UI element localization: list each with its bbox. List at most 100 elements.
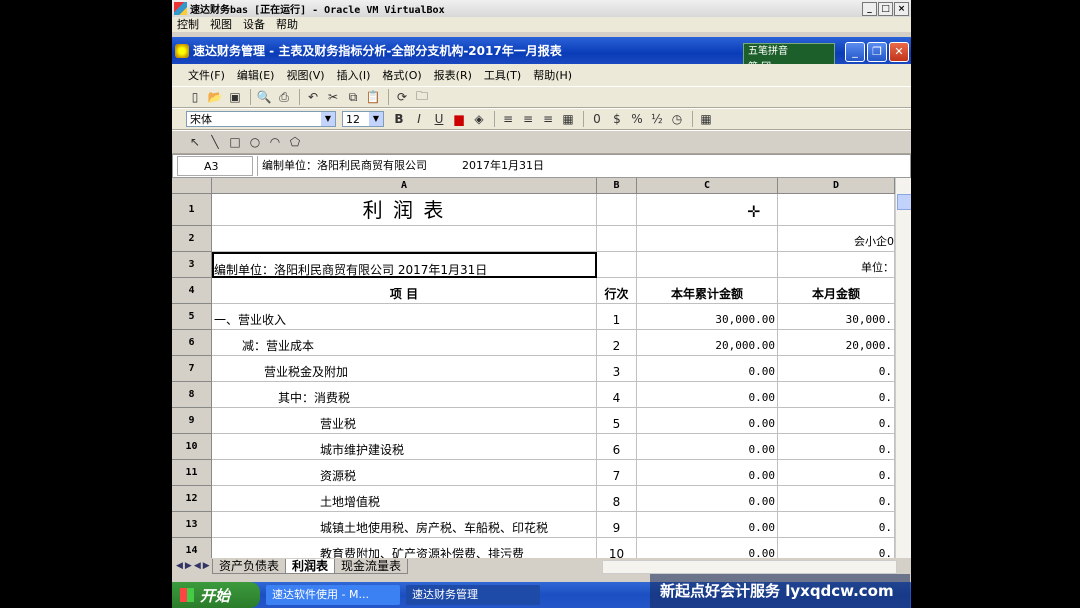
- cell-a5[interactable]: 一、营业收入: [212, 304, 597, 330]
- cell-d8[interactable]: 0.: [778, 382, 895, 408]
- cell-c2[interactable]: [637, 226, 778, 252]
- vbox-menu-devices[interactable]: 设备: [238, 17, 271, 32]
- align-right-icon[interactable]: ≡: [539, 110, 557, 128]
- cell-d9[interactable]: 0.: [778, 408, 895, 434]
- cell-b13[interactable]: 9: [597, 512, 637, 538]
- cell-a2[interactable]: [212, 226, 597, 252]
- cell-d12[interactable]: 0.: [778, 486, 895, 512]
- vbox-menu-control[interactable]: 控制: [172, 17, 205, 32]
- row-header[interactable]: 2: [172, 226, 212, 252]
- cell-d13[interactable]: 0.: [778, 512, 895, 538]
- cell-d4[interactable]: 本月金额: [778, 278, 895, 304]
- cell-a12[interactable]: 土地增值税: [212, 486, 597, 512]
- menu-insert[interactable]: 插入(I): [333, 67, 379, 83]
- fill-color-icon[interactable]: ◈: [470, 110, 488, 128]
- open-folder-icon[interactable]: 📂: [206, 88, 224, 106]
- print-preview-icon[interactable]: 🔍: [255, 88, 273, 106]
- cell-b11[interactable]: 7: [597, 460, 637, 486]
- taskbar-item-active[interactable]: 速达财务管理: [406, 585, 540, 605]
- cell-a14[interactable]: 教育费附加、矿产资源补偿费、排污费: [212, 538, 597, 558]
- menu-report[interactable]: 报表(R): [430, 67, 480, 83]
- cell-a9[interactable]: 营业税: [212, 408, 597, 434]
- underline-button[interactable]: U: [430, 110, 448, 128]
- cell-b4[interactable]: 行次: [597, 278, 637, 304]
- spreadsheet-grid[interactable]: 利 润 表会小企0 编制单位：洛阳利民商贸有限公司 2017年1月31日 单位： 项 …: [172, 178, 911, 558]
- scrollbar-thumb[interactable]: [897, 194, 911, 210]
- column-header-d[interactable]: D: [778, 178, 895, 194]
- cell-c10[interactable]: 0.00: [637, 434, 778, 460]
- align-left-icon[interactable]: ≡: [499, 110, 517, 128]
- clock-icon[interactable]: ◷: [668, 110, 686, 128]
- row-header[interactable]: 4: [172, 278, 212, 304]
- cell-a4[interactable]: 项 目: [212, 278, 597, 304]
- undo-icon[interactable]: ↶: [304, 88, 322, 106]
- font-color-icon[interactable]: ▆: [450, 110, 468, 128]
- cell-a11[interactable]: 资源税: [212, 460, 597, 486]
- app-restore-icon[interactable]: ❐: [867, 42, 887, 62]
- percent-icon[interactable]: %: [628, 110, 646, 128]
- row-header[interactable]: 9: [172, 408, 212, 434]
- menu-help[interactable]: 帮助(H): [529, 67, 580, 83]
- cell-a3[interactable]: 编制单位：洛阳利民商贸有限公司 2017年1月31日: [212, 252, 597, 278]
- font-size-select[interactable]: 12 ▼: [342, 111, 384, 127]
- menu-view[interactable]: 视图(V): [282, 67, 332, 83]
- cell-b8[interactable]: 4: [597, 382, 637, 408]
- cell-c8[interactable]: 0.00: [637, 382, 778, 408]
- tab-balance-sheet[interactable]: 资产负债表: [212, 558, 287, 574]
- save-icon[interactable]: ▣: [226, 88, 244, 106]
- refresh-icon[interactable]: ⟳: [393, 88, 411, 106]
- menu-file[interactable]: 文件(F): [184, 67, 233, 83]
- close-icon[interactable]: ×: [894, 2, 909, 16]
- start-button[interactable]: 开始: [172, 582, 260, 608]
- cell-b1[interactable]: [597, 194, 637, 226]
- row-header[interactable]: 8: [172, 382, 212, 408]
- rectangle-icon[interactable]: □: [226, 133, 244, 151]
- align-center-icon[interactable]: ≡: [519, 110, 537, 128]
- italic-button[interactable]: I: [410, 110, 428, 128]
- cell-a10[interactable]: 城市维护建设税: [212, 434, 597, 460]
- cell-c7[interactable]: 0.00: [637, 356, 778, 382]
- cell-a6[interactable]: 减：营业成本: [212, 330, 597, 356]
- cell-b5[interactable]: 1: [597, 304, 637, 330]
- column-header-c[interactable]: C: [637, 178, 778, 194]
- cell-a8[interactable]: 其中：消费税: [212, 382, 597, 408]
- tab-income-statement[interactable]: 利润表: [285, 558, 336, 574]
- menu-edit[interactable]: 编辑(E): [233, 67, 283, 83]
- column-header-b[interactable]: B: [597, 178, 637, 194]
- name-box[interactable]: A3: [177, 156, 253, 176]
- menu-tools[interactable]: 工具(T): [480, 67, 529, 83]
- fraction-icon[interactable]: ½: [648, 110, 666, 128]
- tab-nav-arrows-icon[interactable]: ◀▶◀▶: [172, 561, 212, 571]
- polygon-icon[interactable]: ⬠: [286, 133, 304, 151]
- cell-a1[interactable]: 利 润 表: [212, 194, 597, 226]
- cell-c14[interactable]: 0.00: [637, 538, 778, 558]
- formula-input[interactable]: 编制单位：洛阳利民商贸有限公司 2017年1月31日: [257, 156, 544, 176]
- maximize-icon[interactable]: □: [878, 2, 893, 16]
- folder-icon[interactable]: 🗀: [413, 88, 431, 106]
- copy-icon[interactable]: ⧉: [344, 88, 362, 106]
- cell-c4[interactable]: 本年累计金额: [637, 278, 778, 304]
- cell-d1[interactable]: [778, 194, 895, 226]
- merge-cells-icon[interactable]: ▦: [559, 110, 577, 128]
- row-header[interactable]: 14: [172, 538, 212, 558]
- line-icon[interactable]: ╲: [206, 133, 224, 151]
- cell-c12[interactable]: 0.00: [637, 486, 778, 512]
- row-header[interactable]: 1: [172, 194, 212, 226]
- currency-icon[interactable]: $: [608, 110, 626, 128]
- paste-icon[interactable]: 📋: [364, 88, 382, 106]
- row-header[interactable]: 11: [172, 460, 212, 486]
- row-header[interactable]: 10: [172, 434, 212, 460]
- cell-c9[interactable]: 0.00: [637, 408, 778, 434]
- cell-c13[interactable]: 0.00: [637, 512, 778, 538]
- number-format-icon[interactable]: 0: [588, 110, 606, 128]
- cell-b12[interactable]: 8: [597, 486, 637, 512]
- row-header[interactable]: 3: [172, 252, 212, 278]
- cell-d14[interactable]: 0.: [778, 538, 895, 558]
- bold-button[interactable]: B: [390, 110, 408, 128]
- row-header[interactable]: 7: [172, 356, 212, 382]
- select-all-corner[interactable]: [172, 178, 212, 194]
- cell-c5[interactable]: 30,000.00: [637, 304, 778, 330]
- app-minimize-icon[interactable]: _: [845, 42, 865, 62]
- cell-c11[interactable]: 0.00: [637, 460, 778, 486]
- select-pointer-icon[interactable]: ↖: [186, 133, 204, 151]
